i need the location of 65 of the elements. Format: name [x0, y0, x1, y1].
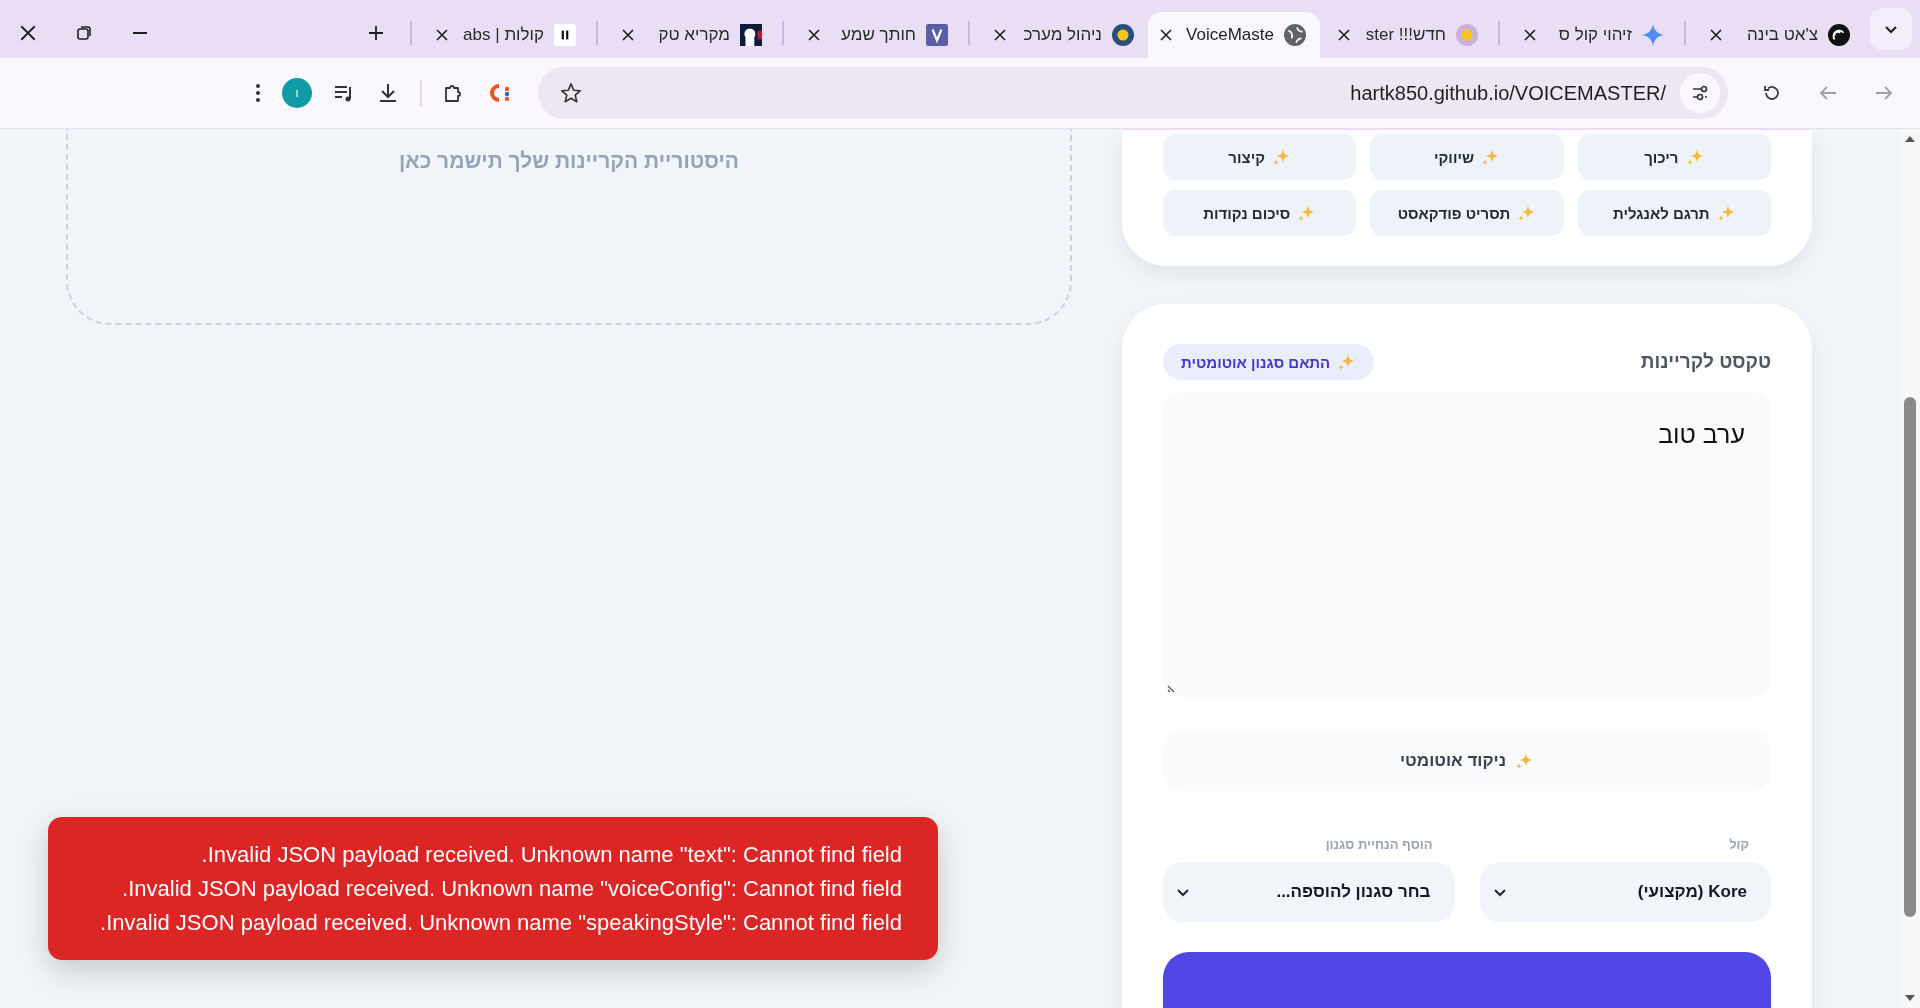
- close-icon: [808, 29, 820, 41]
- browser-tab[interactable]: קולות | abs: [418, 12, 590, 58]
- voice-dropdown[interactable]: Kore (מקצועי): [1479, 862, 1771, 922]
- plus-icon: [368, 25, 384, 41]
- favicon-icon: [1112, 24, 1134, 46]
- tab-title: ניהול מערכ: [1022, 25, 1102, 45]
- tab-title: חדש!!! ster: [1364, 25, 1446, 45]
- browser-tab[interactable]: מקריא טק: [604, 12, 776, 58]
- quick-action-button[interactable]: שיווקי: [1370, 134, 1564, 180]
- url-text: hartk850.github.io/VOICEMASTER/: [1350, 81, 1666, 105]
- close-icon: [1160, 29, 1173, 41]
- favicon-icon: [1828, 24, 1850, 46]
- browser-tab[interactable]: חותך שמע: [790, 12, 962, 58]
- field-label: קול: [1728, 837, 1750, 852]
- field-label: הוסף הנחיית סגנון: [1324, 837, 1434, 852]
- head-icon: [740, 24, 762, 46]
- resize-handle-icon[interactable]: [1167, 683, 1177, 693]
- tab-title: VoiceMaste: [1186, 25, 1274, 45]
- browser-tab[interactable]: חדש!!! ster: [1320, 12, 1492, 58]
- quick-action-button[interactable]: תסריט פודקאסט: [1370, 190, 1564, 236]
- close-icon: [1710, 29, 1722, 41]
- close-icon: [1524, 29, 1536, 41]
- close-icon: [436, 29, 448, 41]
- bookmark-star-icon[interactable]: [560, 82, 582, 104]
- scroll-down-icon[interactable]: [1904, 994, 1916, 1002]
- auto-style-button[interactable]: התאם סגנון אוטומטית: [1163, 344, 1375, 380]
- tab-title: חותך שמע: [840, 25, 916, 45]
- style-dropdown[interactable]: בחר סגנון להוספה...: [1163, 862, 1455, 922]
- tab-title: זיהוי קול ס: [1557, 25, 1632, 45]
- browser-tab[interactable]: זיהוי קול ס: [1506, 12, 1678, 58]
- error-message: Invalid JSON payload received. Unknown name "voiceConfig": Cannot find field.: [122, 875, 902, 902]
- browser-tab[interactable]: ניהול מערכ: [976, 12, 1148, 58]
- close-icon: [19, 24, 37, 42]
- globe-icon: [1284, 24, 1306, 46]
- quick-action-button[interactable]: סיכום נקודות: [1163, 190, 1357, 236]
- scrollbar[interactable]: [1900, 129, 1920, 1008]
- quick-action-button[interactable]: תרגם לאנגלית: [1577, 190, 1771, 236]
- section-title: טקסט לקריינות: [1640, 351, 1771, 373]
- narration-text-area[interactable]: ערב טוב: [1163, 392, 1771, 697]
- close-icon: [994, 29, 1006, 41]
- reload-icon: [1762, 83, 1782, 103]
- favicon-icon: [926, 24, 948, 46]
- auto-nikud-button[interactable]: ניקוד אוטומטי: [1163, 731, 1771, 791]
- tab-title: צ'אט בינה: [1746, 25, 1818, 45]
- pause-icon: [554, 24, 576, 46]
- tab-title: קולות | abs: [462, 25, 544, 45]
- close-icon: [1338, 29, 1350, 41]
- browser-tab[interactable]: VoiceMaste: [1148, 12, 1320, 58]
- minimize-icon: [132, 32, 148, 34]
- error-message: Invalid JSON payload received. Unknown name "speakingStyle": Cannot find field.: [100, 909, 902, 936]
- narration-text: ערב טוב: [1658, 420, 1745, 448]
- quick-action-button[interactable]: ריכוך: [1577, 134, 1771, 180]
- restore-icon: [76, 25, 92, 41]
- sparkle-icon: [1642, 24, 1664, 46]
- quick-action-button[interactable]: קיצור: [1163, 134, 1357, 180]
- address-bar[interactable]: hartk850.github.io/VOICEMASTER/: [538, 67, 1728, 119]
- menu-icon[interactable]: [254, 82, 262, 104]
- favicon-icon: [1456, 24, 1478, 46]
- scroll-up-icon[interactable]: [1904, 135, 1916, 143]
- close-icon: [622, 29, 634, 41]
- browser-tab[interactable]: צ'אט בינה: [1692, 12, 1864, 58]
- site-settings-icon[interactable]: [1680, 73, 1720, 113]
- empty-history-message: היסטוריית הקריינות שלך תישמר כאן: [399, 149, 739, 174]
- error-message: Invalid JSON payload received. Unknown name "text": Cannot find field.: [201, 841, 902, 868]
- tab-title: מקריא טק: [657, 25, 730, 45]
